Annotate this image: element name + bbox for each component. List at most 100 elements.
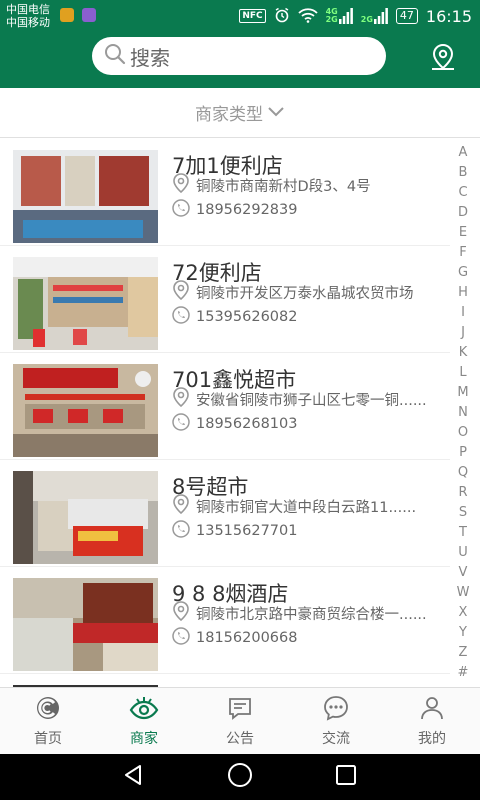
system-nav-bar bbox=[0, 754, 480, 800]
alphabet-letter[interactable]: U bbox=[450, 543, 476, 563]
store-phone[interactable]: 18956292839 bbox=[196, 202, 297, 218]
store-list[interactable]: 7加1便利店 铜陵市商南新村D段3、4号 18956292839 72便利店 铜… bbox=[0, 139, 450, 687]
phone-icon bbox=[172, 413, 190, 435]
tab-notices[interactable]: 公告 bbox=[192, 688, 288, 754]
notification-gallery-icon bbox=[82, 8, 96, 22]
alphabet-letter[interactable]: O bbox=[450, 423, 476, 443]
network-type-badge-2: 2G bbox=[360, 15, 373, 24]
phone-icon bbox=[172, 627, 190, 649]
location-pin-icon bbox=[172, 601, 190, 625]
search-icon bbox=[104, 43, 126, 69]
notice-icon bbox=[226, 694, 254, 726]
carrier-1: 中国电信 bbox=[6, 3, 50, 16]
phone-icon bbox=[172, 199, 190, 221]
alphabet-letter[interactable]: Z bbox=[450, 643, 476, 663]
alphabet-letter[interactable]: N bbox=[450, 403, 476, 423]
tab-label: 公告 bbox=[226, 731, 254, 747]
alphabet-letter[interactable]: Q bbox=[450, 463, 476, 483]
location-button[interactable] bbox=[424, 40, 462, 78]
app-header: 搜索 bbox=[0, 32, 480, 88]
store-item[interactable]: 8号超市 铜陵市铜官大道中段白云路11...... 13515627701 bbox=[0, 460, 450, 567]
wifi-icon bbox=[297, 7, 318, 26]
tab-label: 我的 bbox=[418, 731, 446, 747]
person-icon bbox=[418, 694, 446, 726]
alphabet-letter[interactable]: L bbox=[450, 363, 476, 383]
alphabet-index[interactable]: A B C D E F G H I J K L M N O P Q R S T U V W X Y Z # bbox=[450, 143, 476, 683]
recents-square-icon bbox=[334, 763, 358, 791]
home-button[interactable] bbox=[225, 762, 255, 792]
signal-2-icon: 2G bbox=[361, 8, 388, 24]
alphabet-letter[interactable]: C bbox=[450, 183, 476, 203]
status-clock: 16:15 bbox=[425, 6, 472, 26]
alphabet-letter[interactable]: I bbox=[450, 303, 476, 323]
tab-label: 交流 bbox=[322, 731, 350, 747]
alphabet-letter[interactable]: K bbox=[450, 343, 476, 363]
store-item[interactable]: 7加1便利店 铜陵市商南新村D段3、4号 18956292839 bbox=[0, 139, 450, 246]
notification-app-icon bbox=[60, 8, 74, 22]
store-address: 铜陵市铜官大道中段白云路11...... bbox=[196, 499, 417, 516]
store-phone[interactable]: 15395626082 bbox=[196, 309, 297, 325]
store-address: 安徽省铜陵市狮子山区七零一铜...... bbox=[196, 392, 427, 409]
tab-label: 首页 bbox=[34, 731, 62, 747]
tab-profile[interactable]: 我的 bbox=[384, 688, 480, 754]
alphabet-letter[interactable]: D bbox=[450, 203, 476, 223]
tab-label: 商家 bbox=[130, 731, 158, 747]
store-item[interactable]: 9 8 8烟酒店 铜陵市北京路中豪商贸综合楼一...... 1815620066… bbox=[0, 567, 450, 674]
status-bar: 中国电信 中国移动 NFC 4G 2G 2G 47 16:15 bbox=[0, 0, 480, 32]
phone-icon bbox=[172, 306, 190, 328]
alphabet-letter[interactable]: B bbox=[450, 163, 476, 183]
chat-bubble-icon bbox=[322, 694, 350, 726]
map-pin-icon bbox=[428, 42, 458, 76]
search-input[interactable]: 搜索 bbox=[92, 37, 386, 75]
location-pin-icon bbox=[172, 173, 190, 197]
store-photo bbox=[13, 150, 158, 243]
store-phone[interactable]: 13515627701 bbox=[196, 523, 297, 539]
store-address: 铜陵市开发区万泰水晶城农贸市场 bbox=[196, 285, 414, 302]
battery-icon: 47 bbox=[395, 8, 418, 24]
store-photo bbox=[13, 578, 158, 671]
location-pin-icon bbox=[172, 387, 190, 411]
store-item[interactable]: 72便利店 铜陵市开发区万泰水晶城农贸市场 15395626082 bbox=[0, 246, 450, 353]
store-phone[interactable]: 18156200668 bbox=[196, 630, 297, 646]
merchant-type-filter[interactable]: 商家类型 bbox=[0, 88, 480, 138]
alphabet-letter[interactable]: S bbox=[450, 503, 476, 523]
alphabet-letter[interactable]: A bbox=[450, 143, 476, 163]
tab-chat[interactable]: 交流 bbox=[288, 688, 384, 754]
network-type-badge: 4G 2G bbox=[325, 7, 338, 24]
recents-button[interactable] bbox=[331, 762, 361, 792]
alphabet-letter[interactable]: W bbox=[450, 583, 476, 603]
location-pin-icon bbox=[172, 280, 190, 304]
store-photo bbox=[13, 471, 158, 564]
chevron-down-icon bbox=[267, 103, 285, 123]
alphabet-letter[interactable]: E bbox=[450, 223, 476, 243]
search-placeholder: 搜索 bbox=[130, 45, 170, 70]
carrier-info: 中国电信 中国移动 bbox=[6, 3, 50, 29]
home-logo-icon bbox=[34, 694, 62, 726]
alarm-icon bbox=[274, 7, 290, 26]
store-item[interactable]: 701鑫悦超市 安徽省铜陵市狮子山区七零一铜...... 18956268103 bbox=[0, 353, 450, 460]
back-button[interactable] bbox=[118, 762, 148, 792]
alphabet-letter[interactable]: X bbox=[450, 603, 476, 623]
nfc-icon: NFC bbox=[239, 9, 266, 23]
alphabet-letter[interactable]: F bbox=[450, 243, 476, 263]
alphabet-letter[interactable]: T bbox=[450, 523, 476, 543]
alphabet-letter[interactable]: Y bbox=[450, 623, 476, 643]
carrier-2: 中国移动 bbox=[6, 16, 50, 29]
alphabet-letter[interactable]: G bbox=[450, 263, 476, 283]
store-photo bbox=[13, 364, 158, 457]
alphabet-letter[interactable]: H bbox=[450, 283, 476, 303]
signal-1-icon: 4G 2G bbox=[326, 8, 353, 24]
phone-icon bbox=[172, 520, 190, 542]
alphabet-letter[interactable]: J bbox=[450, 323, 476, 343]
store-phone[interactable]: 18956268103 bbox=[196, 416, 297, 432]
store-address: 铜陵市北京路中豪商贸综合楼一...... bbox=[196, 606, 427, 623]
filter-label: 商家类型 bbox=[195, 105, 263, 125]
alphabet-letter[interactable]: R bbox=[450, 483, 476, 503]
alphabet-letter[interactable]: M bbox=[450, 383, 476, 403]
tab-merchants[interactable]: 商家 bbox=[96, 688, 192, 754]
tab-home[interactable]: 首页 bbox=[0, 688, 96, 754]
alphabet-letter[interactable]: # bbox=[450, 663, 476, 683]
store-photo bbox=[13, 257, 158, 350]
alphabet-letter[interactable]: V bbox=[450, 563, 476, 583]
alphabet-letter[interactable]: P bbox=[450, 443, 476, 463]
